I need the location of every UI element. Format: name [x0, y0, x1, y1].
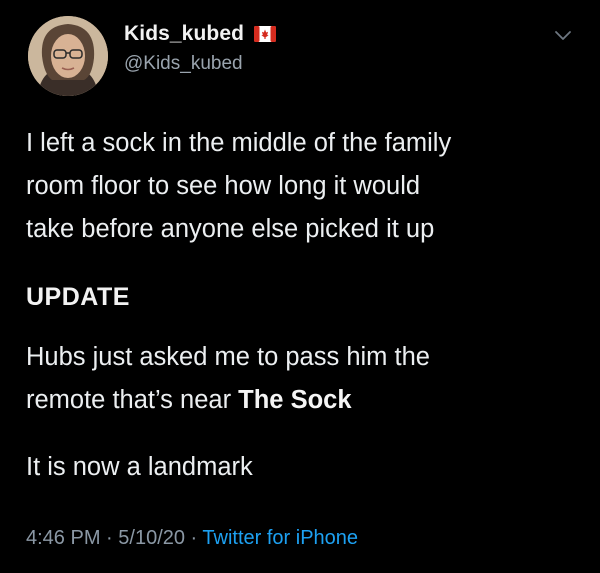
tweet-date[interactable]: 5/10/20 — [118, 527, 185, 549]
tweet-card: Kids_kubed @Kids_kubed I left a sock in … — [0, 0, 600, 573]
avatar[interactable] — [28, 16, 108, 96]
author-name-row: Kids_kubed — [124, 22, 277, 46]
tweet-text-span: remote that’s near — [26, 386, 239, 414]
chevron-down-icon[interactable] — [554, 28, 572, 42]
tweet-source-link[interactable]: Twitter for iPhone — [202, 527, 358, 549]
tweet-paragraph-3: It is now a landmark — [26, 446, 586, 489]
tweet-line: Hubs just asked me to pass him the — [26, 343, 430, 371]
display-name[interactable]: Kids_kubed — [124, 22, 244, 46]
tweet-line-mixed: remote that’s near The Sock — [26, 379, 586, 422]
meta-separator: · — [100, 527, 119, 549]
tweet-paragraph-2: Hubs just asked me to pass him the remot… — [26, 336, 586, 422]
tweet-time[interactable]: 4:46 PM — [26, 527, 100, 549]
bold-text: The Sock — [238, 386, 352, 414]
tweet-line: I left a sock in the middle of the famil… — [26, 129, 452, 157]
user-handle[interactable]: @Kids_kubed — [124, 53, 243, 75]
tweet-line: It is now a landmark — [26, 453, 253, 481]
tweet-metadata: 4:46 PM · 5/10/20 · Twitter for iPhone — [26, 527, 358, 550]
update-heading: UPDATE — [26, 283, 130, 311]
meta-separator: · — [185, 527, 203, 549]
canada-flag-icon — [254, 26, 277, 42]
tweet-line: room floor to see how long it would — [26, 172, 421, 200]
tweet-paragraph-1: I left a sock in the middle of the famil… — [26, 122, 586, 251]
tweet-line: take before anyone else picked it up — [26, 215, 435, 243]
profile-photo — [28, 16, 108, 96]
